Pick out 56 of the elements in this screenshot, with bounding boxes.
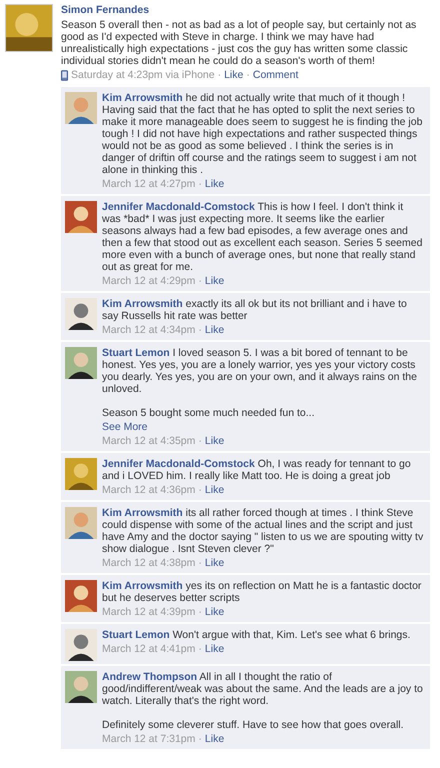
like-link[interactable]: Like xyxy=(204,275,224,288)
author-link[interactable]: Simon Fernandes xyxy=(61,4,430,16)
like-link[interactable]: Like xyxy=(204,606,224,619)
timestamp: March 12 at 4:39pm xyxy=(102,606,196,619)
separator-dot: · xyxy=(198,733,202,746)
separator-dot: · xyxy=(198,435,202,448)
author-link[interactable]: Andrew Thompson xyxy=(102,671,198,683)
comment-text: Kim Arrowsmith exactly its all ok but its not brilliant and i have to say Russells hit rate was better xyxy=(102,298,408,322)
author-link[interactable]: Kim Arrowsmith xyxy=(102,580,183,592)
comment-text: Definitely some cleverer stuff. Have to see how that goes overall. xyxy=(102,719,405,731)
separator-dot: · xyxy=(246,69,250,82)
timestamp: March 12 at 4:27pm xyxy=(102,178,196,191)
separator-dot: · xyxy=(198,178,202,191)
timestamp: March 12 at 4:35pm xyxy=(102,435,196,448)
like-link[interactable]: Like xyxy=(204,484,224,497)
comment-text: Stuart Lemon Won't argue with that, Kim. Let's see what 6 brings. xyxy=(102,629,412,641)
like-link[interactable]: Like xyxy=(204,324,224,337)
like-link[interactable]: Like xyxy=(204,557,224,570)
like-link[interactable]: Like xyxy=(204,643,224,656)
comment-text: Andrew Thompson All in all I thought the ratio of good/indifferent/weak was about the same. And the leads are a joy to watch. Literally that's the right word. xyxy=(102,671,424,707)
timestamp: March 12 at 4:38pm xyxy=(102,557,196,570)
author-link[interactable]: Stuart Lemon xyxy=(102,629,170,641)
action-link[interactable]: Like xyxy=(224,69,244,82)
see-more-link[interactable]: See More xyxy=(102,421,148,433)
author-link[interactable]: Jennifer Macdonald-Comstock xyxy=(102,201,255,213)
comment-text: Jennifer Macdonald-Comstock This is how I feel. I don't think it was *bad* I was just expecting more. It seems like the earlier seasons always had a few bad episodes, a few average ones and then a few that stood out as excellent each season. Series 5 seemed more even with a bunch of average ones, but none that really stand out as great for me. xyxy=(102,201,424,273)
comment-text: Kim Arrowsmith he did not actually write that much of it though ! Having said that the fact that he has opted to split the next series to make it more manageable does seem to suggest he is finding the job tough ! I did not have high expectations and rather suspected things would not be as good as some believed . I think the series is in danger of driftin off course and the ratings seem to suggest i am not alone in thinking this . xyxy=(102,92,424,176)
phone-icon xyxy=(61,70,68,81)
action-link[interactable]: Comment xyxy=(252,69,298,82)
author-link[interactable]: Kim Arrowsmith xyxy=(102,92,183,104)
separator-dot: · xyxy=(218,69,222,82)
author-link[interactable]: Stuart Lemon xyxy=(102,347,170,359)
comment-text: Season 5 bought some much needed fun to... xyxy=(102,407,316,419)
author-link[interactable]: Jennifer Macdonald-Comstock xyxy=(102,458,255,470)
like-link[interactable]: Like xyxy=(204,178,224,191)
separator-dot: · xyxy=(198,275,202,288)
timestamp: March 12 at 4:41pm xyxy=(102,643,196,656)
timestamp: March 12 at 7:31pm xyxy=(102,733,196,746)
author-link[interactable]: Kim Arrowsmith xyxy=(102,507,183,519)
separator-dot: · xyxy=(198,606,202,619)
separator-dot: · xyxy=(198,643,202,656)
comment-text: Kim Arrowsmith its all rather forced though at times . I think Steve could dispense with some of the actual lines and the script and just have Amy and the doctor saying " listen to us we are spouting witty tv show dialogue . Isnt Steven clever ?" xyxy=(102,507,424,555)
timestamp: March 12 at 4:34pm xyxy=(102,324,196,337)
separator-dot: · xyxy=(198,324,202,337)
author-link[interactable]: Kim Arrowsmith xyxy=(102,298,183,310)
like-link[interactable]: Like xyxy=(204,435,224,448)
comment-text: Kim Arrowsmith yes its on reflection on Matt he is a fantastic doctor but he deserves better scripts xyxy=(102,580,422,604)
comment-text: Jennifer Macdonald-Comstock Oh, I was ready for tennant to go and i LOVED him. I really like Matt too. He is doing a great job xyxy=(102,458,412,482)
timestamp: March 12 at 4:29pm xyxy=(102,275,196,288)
timestamp: Saturday at 4:23pm via iPhone xyxy=(71,69,215,82)
post-text: Season 5 overall then - not as bad as a lot of people say, but certainly not as good as I'd expected with Steve in charge. I think we may have had unrealistically high expectations - just cos the guy has written some classic individual stories didn't mean he could do a season's worth of them! xyxy=(61,19,418,67)
comment-text: Stuart Lemon I loved season 5. I was a bit bored of tennant to be honest. Yes yes, you are a lonely warrior, yes yes your victory costs you dearly. Yes yes, you are on your own, and it always rains on the unloved. xyxy=(102,347,418,395)
separator-dot: · xyxy=(198,557,202,570)
separator-dot: · xyxy=(198,484,202,497)
like-link[interactable]: Like xyxy=(204,733,224,746)
timestamp: March 12 at 4:36pm xyxy=(102,484,196,497)
